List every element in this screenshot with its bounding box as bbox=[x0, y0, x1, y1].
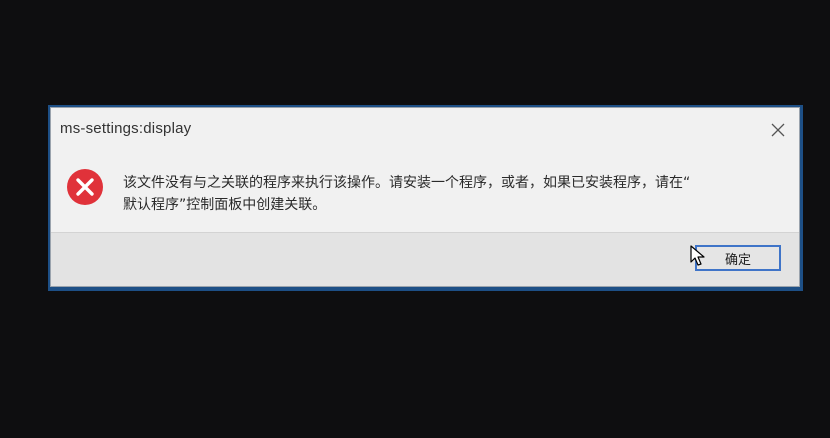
error-icon bbox=[67, 169, 103, 205]
close-icon bbox=[771, 123, 785, 137]
message-line-1: 该文件没有与之关联的程序来执行该操作。请安装一个程序，或者，如果已安装程序，请在… bbox=[123, 175, 691, 191]
dialog-title: ms-settings:display bbox=[60, 120, 192, 137]
dialog-footer: 确定 bbox=[51, 232, 799, 286]
mouse-cursor-icon bbox=[690, 245, 705, 266]
ok-button[interactable]: 确定 bbox=[695, 245, 781, 271]
error-message: 该文件没有与之关联的程序来执行该操作。请安装一个程序，或者，如果已安装程序，请在… bbox=[123, 172, 793, 216]
close-button[interactable] bbox=[767, 119, 789, 141]
error-dialog: ms-settings:display 该文件没有与之关联的程序来执行该操作。请… bbox=[50, 107, 800, 287]
message-line-2: 默认程序”控制面板中创建关联。 bbox=[123, 197, 327, 213]
